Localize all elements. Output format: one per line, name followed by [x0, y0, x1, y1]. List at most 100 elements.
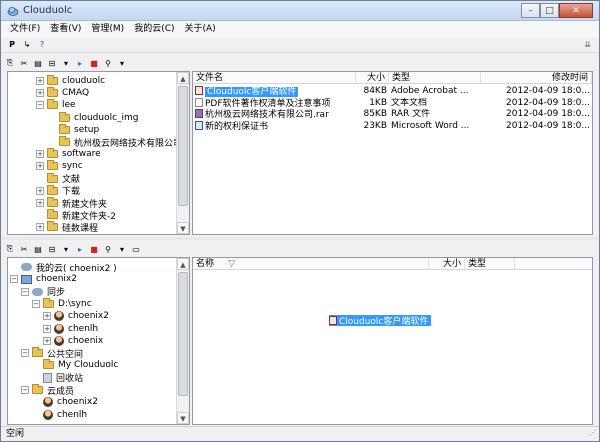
file-row[interactable]: 新的权利保证书 23KB Microsoft Word ... 2012-04-09 … [193, 120, 592, 132]
column-size-header[interactable]: 大小 [356, 72, 389, 83]
expand-icon[interactable]: + [36, 223, 44, 232]
menu-my-cloud[interactable]: 我的云(C) [129, 21, 179, 37]
file-row[interactable]: PDF软件著作权清单及注意事项 1KB 文本文档 2012-04-09 18:0... [193, 97, 592, 109]
cloud-tree-item[interactable]: My Clouduolc [32, 359, 118, 371]
tree-item[interactable]: 杭州极云网络技术有限公司 [48, 136, 182, 149]
cloud-tree-item[interactable]: + chenlh [43, 323, 98, 335]
cloud-tree-item[interactable]: 回收站 [32, 372, 83, 384]
pane-splitter[interactable] [1, 237, 599, 240]
properties-icon[interactable]: P [7, 40, 17, 50]
cut-icon[interactable]: ✂ [19, 58, 29, 68]
search-icon[interactable]: ⚲ [103, 58, 113, 68]
menu-manage[interactable]: 管理(M) [86, 21, 129, 37]
tree-item[interactable]: + sync [36, 160, 83, 172]
upper-file-list[interactable]: 文件名 大小 类型 修改时间 Clouduolc客户端软件 84KB Adobe A… [192, 71, 593, 235]
scroll-down-icon[interactable]: ▼ [177, 222, 189, 234]
title-bar[interactable]: Clouduolc – □ ✕ [1, 1, 599, 21]
column-modified-header[interactable]: 修改时间 [481, 72, 592, 83]
dropdown-icon[interactable]: ▾ [117, 58, 127, 68]
column-type-header[interactable]: 类型 [389, 72, 481, 83]
cloud-tree-item[interactable]: − 公共空间 [21, 347, 83, 360]
tree-item[interactable]: + 下载 [36, 184, 80, 197]
collapse-icon[interactable]: − [32, 299, 40, 308]
scroll-up-icon[interactable]: ▲ [177, 258, 189, 270]
columns-icon[interactable]: ⊟ [47, 244, 57, 254]
help-icon[interactable]: ? [37, 40, 47, 50]
copy-icon[interactable]: ⎘ [5, 58, 15, 68]
play-icon[interactable]: ▸ [75, 58, 85, 68]
cloud-tree-item[interactable]: − choenix2 [10, 273, 77, 285]
stop-icon[interactable]: ■ [89, 244, 99, 254]
cloud-tree-item[interactable]: − D:\sync [32, 297, 92, 310]
copy-icon[interactable]: ⎘ [5, 244, 15, 254]
toolbar-chevron-icon[interactable]: ⇊ [584, 40, 591, 49]
expand-icon[interactable]: + [36, 150, 44, 159]
menu-view[interactable]: 查看(V) [45, 21, 86, 37]
dropdown-icon[interactable]: ▾ [61, 244, 71, 254]
expand-icon[interactable]: + [36, 199, 44, 207]
play-icon[interactable]: ▸ [75, 244, 85, 254]
menu-file[interactable]: 文件(F) [5, 21, 45, 37]
cloud-tree-item[interactable]: 我的云( choenix2 ) [10, 261, 117, 274]
column-name-header[interactable]: 文件名 [193, 72, 356, 83]
tree-item[interactable]: + CMAQ [36, 87, 89, 99]
scroll-thumb[interactable] [178, 86, 188, 206]
lower-file-list[interactable]: 名称 ▽ 大小 类型 [192, 257, 593, 425]
tree-item[interactable]: + 硅数课程 [36, 221, 98, 234]
stop-icon[interactable]: ■ [89, 58, 99, 68]
cloud-tree-item[interactable]: + choenix2 [43, 310, 109, 322]
tree-item[interactable]: + clouduolc [36, 75, 105, 87]
minimize-button[interactable]: – [521, 3, 540, 18]
collapse-icon[interactable]: − [36, 101, 44, 110]
maximize-button[interactable]: □ [540, 3, 559, 18]
dropdown-icon[interactable]: ▾ [61, 58, 71, 68]
column-size-header[interactable]: 大小 [429, 258, 465, 269]
scroll-up-icon[interactable]: ▲ [177, 72, 189, 84]
scroll-down-icon[interactable]: ▼ [177, 412, 189, 424]
collapse-icon[interactable]: − [21, 349, 29, 358]
goto-icon[interactable]: ↳ [22, 40, 32, 50]
tree-item[interactable]: 文献 [36, 172, 80, 185]
file-row[interactable]: Clouduolc客户端软件 84KB Adobe Acrobat ... 2012-… [193, 86, 592, 97]
column-name-header[interactable]: 名称 ▽ [193, 258, 429, 269]
cloud-tree-item[interactable]: choenix2 [32, 396, 98, 408]
upper-tree-scrollbar[interactable]: ▲ ▼ [176, 72, 189, 234]
window-icon[interactable]: ▭ [131, 244, 141, 254]
file-row[interactable]: 杭州极云网络技术有限公司.rar 85KB RAR 文件 2012-04-09 18:… [193, 109, 592, 120]
tree-item[interactable]: + software [36, 148, 101, 160]
dropdown-icon[interactable]: ▾ [117, 244, 127, 254]
tree-item[interactable]: clouduolc_img [48, 111, 139, 124]
search-icon[interactable]: ⚲ [103, 244, 113, 254]
lower-cloud-tree[interactable]: 我的云( choenix2 ) − choenix2− 同步 − D:\sync + choe… [7, 257, 190, 425]
collapse-icon[interactable]: − [21, 287, 29, 296]
tree-item[interactable]: setup [48, 123, 99, 136]
close-button[interactable]: ✕ [559, 3, 593, 18]
menu-about[interactable]: 关于(A) [180, 21, 221, 37]
view-icon[interactable]: ▤ [33, 58, 43, 68]
expand-icon[interactable]: + [36, 77, 44, 85]
expand-icon[interactable]: + [36, 89, 44, 98]
cut-icon[interactable]: ✂ [19, 244, 29, 254]
expand-icon[interactable]: + [43, 324, 51, 333]
cloud-tree-item[interactable]: chenlh [32, 409, 87, 421]
expand-icon[interactable]: + [36, 186, 44, 195]
cloud-tree-item[interactable]: − 云成员 [21, 384, 74, 397]
expand-icon[interactable]: + [43, 312, 51, 321]
view-icon[interactable]: ▤ [33, 244, 43, 254]
collapse-icon[interactable]: − [21, 386, 29, 394]
lower-tree-scrollbar[interactable]: ▲ ▼ [176, 258, 189, 424]
column-type-header[interactable]: 类型 [465, 258, 515, 269]
tree-item[interactable]: + 新建文件夹 [36, 197, 107, 210]
cloud-tree-item[interactable]: + choenix [43, 335, 103, 347]
cloud-tree-item[interactable]: − 同步 [21, 286, 65, 298]
dragged-file[interactable]: Clouduolc客户端软件 [329, 315, 432, 327]
scroll-thumb[interactable] [178, 272, 188, 396]
tree-item[interactable]: − lee [36, 99, 76, 111]
collapse-icon[interactable]: − [10, 275, 18, 284]
columns-icon[interactable]: ⊟ [47, 58, 57, 68]
expand-icon[interactable]: + [43, 336, 51, 345]
upper-folder-tree[interactable]: + clouduolc + CMAQ − lee clouduolc_img setup 杭州极… [7, 71, 190, 235]
resize-grip-icon[interactable]: ⋰ [589, 426, 597, 440]
tree-item[interactable]: 新建文件夹-2 [36, 209, 116, 222]
expand-icon[interactable]: + [36, 162, 44, 171]
